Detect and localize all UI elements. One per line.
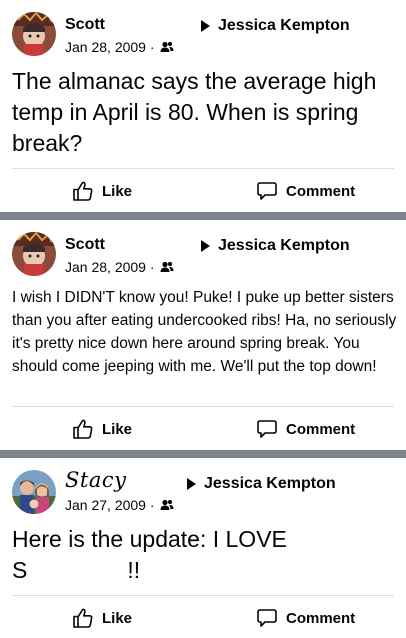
comment-button[interactable]: Comment bbox=[256, 407, 355, 451]
post-meta: Jan 28, 2009 · bbox=[65, 39, 174, 55]
post-date[interactable]: Jan 28, 2009 · bbox=[65, 39, 155, 55]
comment-bubble-icon bbox=[257, 420, 277, 438]
feed-divider bbox=[0, 450, 406, 458]
avatar[interactable] bbox=[12, 232, 56, 276]
post-text: Here is the update: I LOVE S!! bbox=[12, 524, 397, 586]
post-meta: Jan 28, 2009 · bbox=[65, 259, 174, 275]
target-name[interactable]: Jessica Kempton bbox=[204, 475, 336, 493]
like-button[interactable]: Like bbox=[72, 407, 132, 451]
comment-label: Comment bbox=[286, 420, 356, 438]
author-name[interactable]: Scott bbox=[65, 236, 105, 254]
post-header: Scott Jan 28, 2009 · Jessica Kempton bbox=[12, 12, 394, 60]
thumbs-up-icon bbox=[73, 419, 93, 439]
news-feed: Scott Jan 28, 2009 · Jessica Kempton The… bbox=[0, 0, 406, 638]
like-label: Like bbox=[102, 609, 133, 627]
avatar[interactable] bbox=[12, 12, 56, 56]
post-date[interactable]: Jan 27, 2009 · bbox=[65, 497, 155, 513]
target-profile[interactable]: Jessica Kempton bbox=[201, 237, 350, 255]
thumbs-up-icon bbox=[73, 181, 93, 201]
comment-label: Comment bbox=[286, 182, 356, 200]
friends-icon bbox=[160, 261, 174, 272]
arrow-right-icon bbox=[201, 20, 210, 32]
target-name[interactable]: Jessica Kempton bbox=[218, 17, 350, 35]
post-meta: Jan 27, 2009 · bbox=[65, 497, 174, 513]
arrow-right-icon bbox=[187, 478, 196, 490]
post-text: The almanac says the average high temp i… bbox=[12, 68, 377, 156]
friends-icon bbox=[160, 499, 174, 510]
post-header: Stacy Jan 27, 2009 · Jessica Kempton bbox=[12, 468, 394, 518]
post-text-line: Here is the update: I LOVE bbox=[12, 526, 287, 552]
thumbs-up-icon bbox=[73, 608, 93, 628]
like-button[interactable]: Like bbox=[72, 596, 132, 638]
target-profile[interactable]: Jessica Kempton bbox=[187, 475, 336, 493]
post-date[interactable]: Jan 28, 2009 · bbox=[65, 259, 155, 275]
post-text: I wish I DIDN'T know you! Puke! I puke u… bbox=[12, 289, 397, 375]
post-header: Scott Jan 28, 2009 · Jessica Kempton bbox=[12, 232, 394, 280]
avatar[interactable] bbox=[12, 470, 56, 514]
post-card: Scott Jan 28, 2009 · Jessica Kempton I w… bbox=[0, 220, 406, 450]
post-actions: Like Comment bbox=[0, 596, 406, 638]
like-label: Like bbox=[102, 420, 133, 438]
target-profile[interactable]: Jessica Kempton bbox=[201, 17, 350, 35]
comment-label: Comment bbox=[286, 609, 356, 627]
post-actions: Like Comment bbox=[0, 169, 406, 213]
comment-button[interactable]: Comment bbox=[256, 169, 355, 213]
comment-button[interactable]: Comment bbox=[256, 596, 355, 638]
post-card: Scott Jan 28, 2009 · Jessica Kempton The… bbox=[0, 0, 406, 212]
like-label: Like bbox=[102, 182, 133, 200]
like-button[interactable]: Like bbox=[72, 169, 132, 213]
target-name[interactable]: Jessica Kempton bbox=[218, 237, 350, 255]
author-name[interactable]: Stacy bbox=[65, 468, 126, 492]
author-name[interactable]: Scott bbox=[65, 16, 105, 34]
friends-icon bbox=[160, 41, 174, 52]
comment-bubble-icon bbox=[257, 182, 277, 200]
post-text-line: S!! bbox=[12, 557, 141, 583]
comment-bubble-icon bbox=[257, 609, 277, 627]
arrow-right-icon bbox=[201, 240, 210, 252]
post-card: Stacy Jan 27, 2009 · Jessica Kempton Her… bbox=[0, 458, 406, 638]
post-actions: Like Comment bbox=[0, 407, 406, 451]
feed-divider bbox=[0, 212, 406, 220]
